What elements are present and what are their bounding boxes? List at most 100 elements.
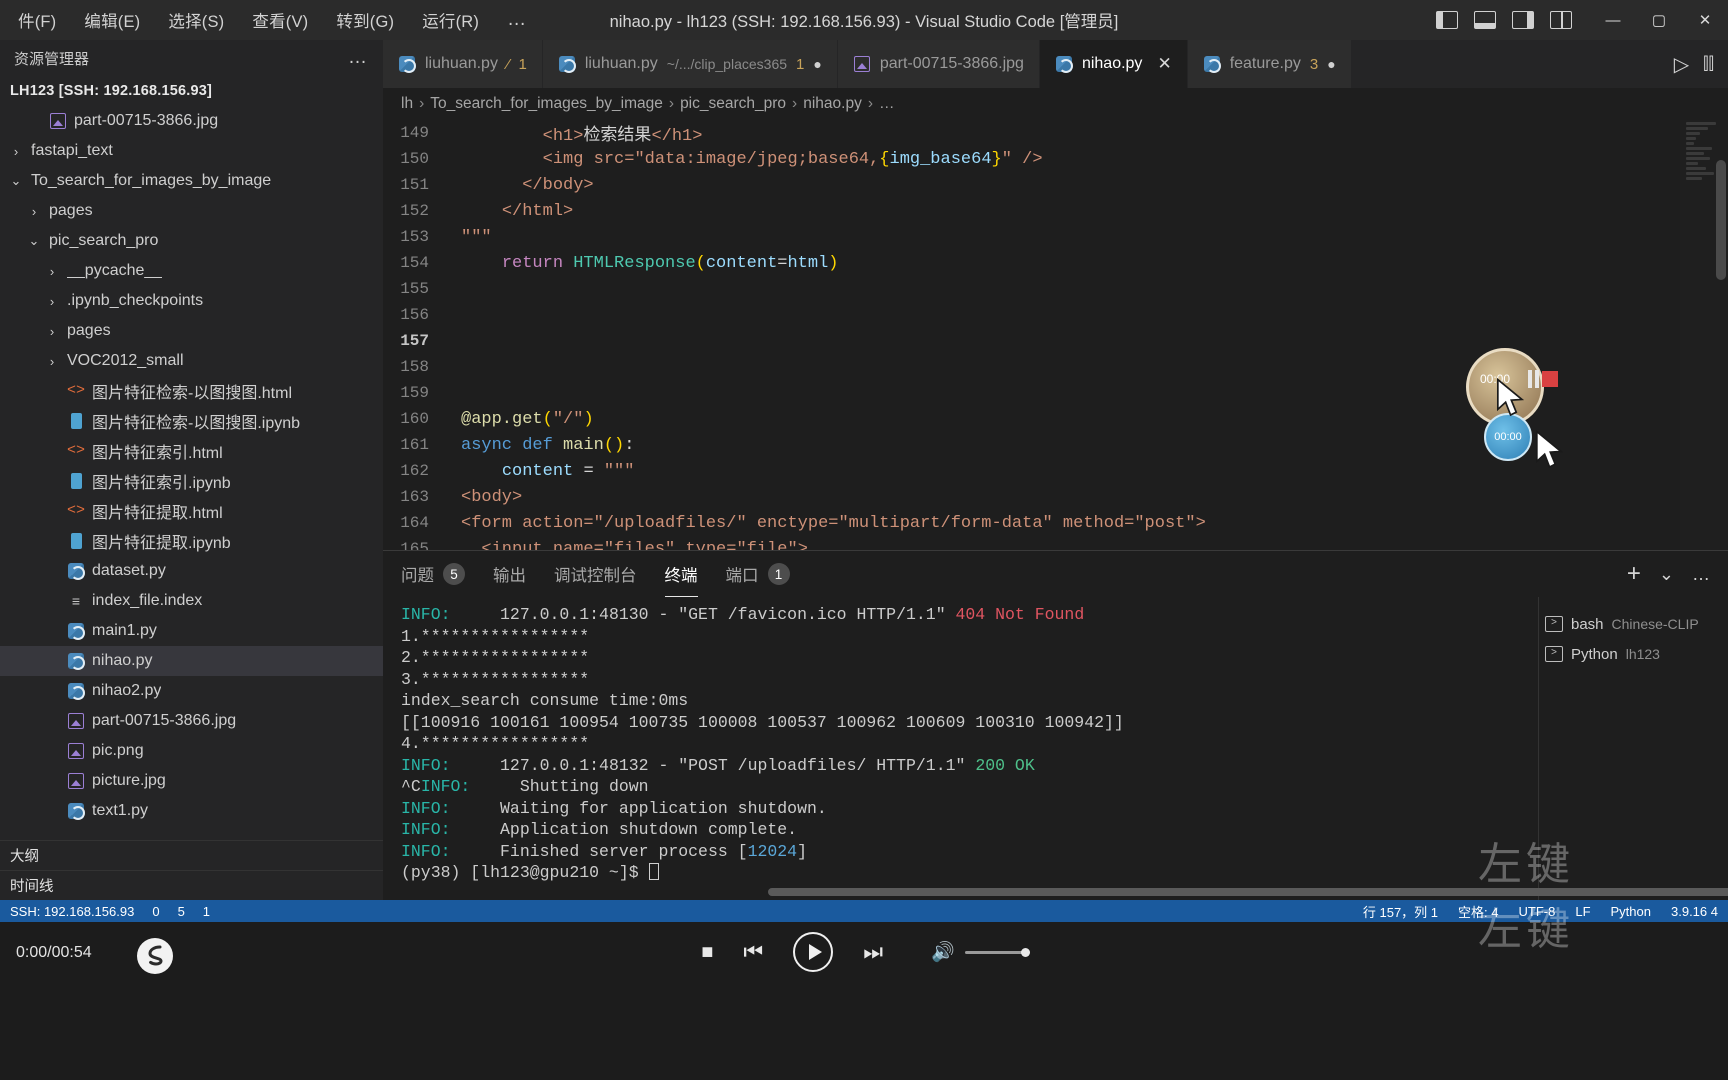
tree-item[interactable]: part-00715-3866.jpg	[0, 106, 383, 136]
volume-icon[interactable]: 🔊	[931, 940, 955, 964]
chevron-right-icon[interactable]: ›	[44, 324, 60, 339]
editor-tab[interactable]: liuhuan.py ⁄ 1	[383, 40, 543, 88]
status-errors[interactable]: 0	[152, 904, 159, 919]
volume-control[interactable]: 🔊	[931, 940, 1030, 964]
minimize-button[interactable]: —	[1590, 0, 1636, 40]
terminal-horizontal-scrollbar[interactable]	[768, 888, 1728, 896]
tree-item[interactable]: picture.jpg	[0, 766, 383, 796]
tree-item[interactable]: › pages	[0, 316, 383, 346]
new-terminal-icon[interactable]: +	[1627, 560, 1641, 588]
volume-knob[interactable]	[1020, 947, 1030, 957]
tab-close-icon[interactable]: ✕	[1157, 54, 1171, 74]
toggle-secondary-sidebar-icon[interactable]	[1512, 11, 1534, 29]
panel-tab[interactable]: 输出	[493, 551, 526, 597]
editor-tab[interactable]: feature.py 3 ●	[1187, 40, 1352, 88]
split-editor-icon[interactable]: ⫿⫿	[1703, 54, 1714, 74]
tree-item[interactable]: text1.py	[0, 796, 383, 826]
panel-tab[interactable]: 端口 1	[726, 551, 790, 597]
tree-item[interactable]: <> 图片特征索引.html	[0, 436, 383, 466]
editor-tab[interactable]: nihao.py ✕	[1039, 40, 1188, 88]
code-line[interactable]: 163 <body>	[383, 484, 1728, 510]
chevron-right-icon[interactable]: ›	[44, 354, 60, 369]
breadcrumb-item[interactable]: To_search_for_images_by_image	[430, 95, 663, 113]
run-file-icon[interactable]: ▷	[1674, 52, 1689, 77]
status-info[interactable]: 1	[203, 904, 210, 919]
tree-item[interactable]: › __pycache__	[0, 256, 383, 286]
tree-item[interactable]: › VOC2012_small	[0, 346, 383, 376]
recording-controls-icon[interactable]	[1528, 370, 1558, 388]
tree-item[interactable]: ≡ index_file.index	[0, 586, 383, 616]
toggle-panel-icon[interactable]	[1474, 11, 1496, 29]
code-line[interactable]: 153 """	[383, 224, 1728, 250]
menu-file[interactable]: 件(F)	[4, 4, 70, 36]
tree-item[interactable]: dataset.py	[0, 556, 383, 586]
terminal-list-item[interactable]: > Python lh123	[1545, 639, 1728, 669]
menu-run[interactable]: 运行(R)	[408, 4, 493, 36]
explorer-more-icon[interactable]: …	[348, 48, 367, 67]
sidebar-section-outline[interactable]: 大纲	[0, 840, 383, 870]
code-line[interactable]: 154 return HTMLResponse(content=html)	[383, 250, 1728, 276]
menu-select[interactable]: 选择(S)	[154, 4, 238, 36]
code-line[interactable]: 151 </body>	[383, 172, 1728, 198]
menu-bar[interactable]: 件(F) 编辑(E) 选择(S) 查看(V) 转到(G) 运行(R) …	[0, 4, 540, 36]
editor-tab[interactable]: part-00715-3866.jpg	[837, 40, 1040, 88]
terminal-list-item[interactable]: > bash Chinese-CLIP	[1545, 609, 1728, 639]
code-line[interactable]: 162 content = """	[383, 458, 1728, 484]
close-button[interactable]: ✕	[1682, 0, 1728, 40]
previous-button[interactable]: ⏮	[743, 939, 763, 965]
status-warnings[interactable]: 5	[178, 904, 185, 919]
customize-layout-icon[interactable]	[1550, 11, 1572, 29]
menu-more-icon[interactable]: …	[493, 10, 540, 29]
tree-item[interactable]: › .ipynb_checkpoints	[0, 286, 383, 316]
code-line[interactable]: 149 <h1>检索结果</h1>	[383, 120, 1728, 146]
panel-tab[interactable]: 调试控制台	[554, 551, 637, 597]
tree-item[interactable]: ⌄ To_search_for_images_by_image	[0, 166, 383, 196]
tree-item[interactable]: nihao2.py	[0, 676, 383, 706]
terminal-output[interactable]: INFO: 127.0.0.1:48130 - "GET /favicon.ic…	[383, 597, 1538, 900]
tree-item[interactable]: 图片特征索引.ipynb	[0, 466, 383, 496]
chevron-right-icon[interactable]: ›	[44, 294, 60, 309]
tree-item[interactable]: pic.png	[0, 736, 383, 766]
layout-controls[interactable]	[1436, 11, 1590, 29]
tree-item[interactable]: › fastapi_text	[0, 136, 383, 166]
status-position[interactable]: 行 157，列 1	[1363, 902, 1438, 921]
code-line[interactable]: 157	[383, 328, 1728, 354]
tree-item[interactable]: nihao.py	[0, 646, 383, 676]
tree-item[interactable]: <> 图片特征检索-以图搜图.html	[0, 376, 383, 406]
code-line[interactable]: 150 <img src="data:image/jpeg;base64,{im…	[383, 146, 1728, 172]
stop-button[interactable]: ■	[701, 941, 713, 964]
next-button[interactable]: ⏭	[863, 939, 883, 965]
status-version[interactable]: 3.9.16 4	[1671, 904, 1718, 919]
chevron-down-icon[interactable]: ⌄	[8, 173, 24, 189]
menu-view[interactable]: 查看(V)	[238, 4, 322, 36]
editor-tab[interactable]: liuhuan.py ~/.../clip_places365 1 ●	[542, 40, 838, 88]
tree-item[interactable]: <> 图片特征提取.html	[0, 496, 383, 526]
tree-item[interactable]: 图片特征提取.ipynb	[0, 526, 383, 556]
status-eol[interactable]: LF	[1575, 904, 1590, 919]
tree-item[interactable]: part-00715-3866.jpg	[0, 706, 383, 736]
play-button[interactable]	[793, 932, 834, 972]
code-line[interactable]: 155	[383, 276, 1728, 302]
code-line[interactable]: 156	[383, 302, 1728, 328]
breadcrumb-item[interactable]: …	[879, 95, 895, 113]
code-line[interactable]: 164 <form action="/uploadfiles/" enctype=…	[383, 510, 1728, 536]
toggle-primary-sidebar-icon[interactable]	[1436, 11, 1458, 29]
chevron-right-icon[interactable]: ›	[26, 204, 42, 219]
maximize-button[interactable]: ▢	[1636, 0, 1682, 40]
volume-slider[interactable]	[964, 947, 1030, 957]
menu-edit[interactable]: 编辑(E)	[70, 4, 154, 36]
menu-goto[interactable]: 转到(G)	[322, 4, 408, 36]
status-language[interactable]: Python	[1611, 904, 1651, 919]
panel-more-icon[interactable]: …	[1692, 564, 1710, 585]
panel-tab[interactable]: 终端	[665, 551, 698, 597]
code-line[interactable]: 152 </html>	[383, 198, 1728, 224]
sidebar-section-timeline[interactable]: 时间线	[0, 870, 383, 900]
tree-item[interactable]: main1.py	[0, 616, 383, 646]
breadcrumb-item[interactable]: pic_search_pro	[680, 95, 786, 113]
editor-scrollbar[interactable]	[1716, 160, 1726, 280]
breadcrumb[interactable]: lh › To_search_for_images_by_image › pic_sea…	[383, 88, 1728, 120]
terminal-dropdown-icon[interactable]: ⌄	[1659, 564, 1674, 585]
status-remote[interactable]: SSH: 192.168.156.93	[10, 904, 134, 919]
tree-item[interactable]: ⌄ pic_search_pro	[0, 226, 383, 256]
chevron-right-icon[interactable]: ›	[8, 144, 24, 159]
